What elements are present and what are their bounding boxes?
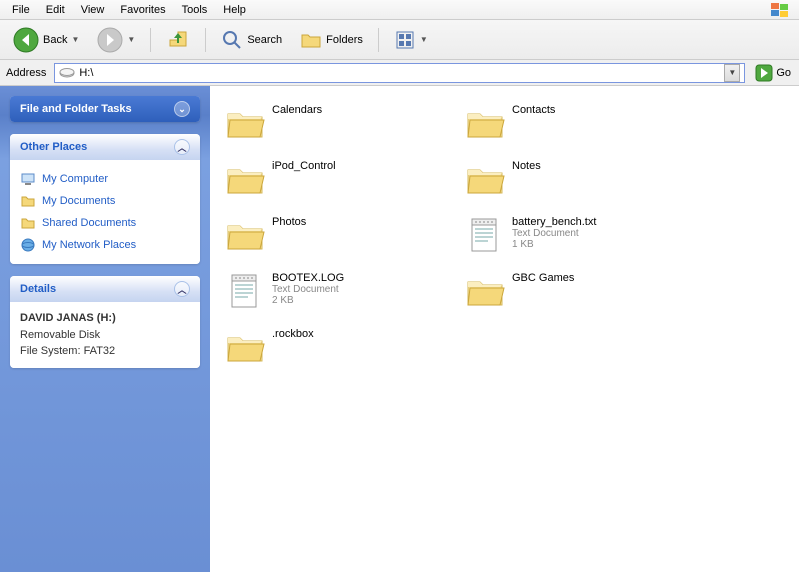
folder-icon [20,193,36,209]
collapse-icon: ⌄ [174,101,190,117]
go-label: Go [776,67,791,79]
details-drive-name: DAVID JANAS (H:) [20,310,190,327]
back-button[interactable]: Back ▼ [6,23,86,57]
details-drive-fs: File System: FAT32 [20,343,190,360]
item-name: Calendars [272,104,322,116]
item-name: .rockbox [272,328,314,340]
file-item[interactable]: battery_bench.txtText Document1 KB [460,210,680,264]
places-panel-header[interactable]: Other Places ︿ [10,134,200,160]
menu-view[interactable]: View [73,2,113,18]
item-name: Notes [512,160,541,172]
details-panel-header[interactable]: Details ︿ [10,276,200,302]
place-my-network-places[interactable]: My Network Places [20,234,190,256]
details-panel: Details ︿ DAVID JANAS (H:) Removable Dis… [10,276,200,368]
item-name: BOOTEX.LOG [272,272,344,284]
file-view[interactable]: Calendars Contacts iPod_Control Notes Photos… [210,86,799,572]
folder-icon [464,270,506,312]
tasks-panel-title: File and Folder Tasks [20,103,132,115]
forward-dropdown-icon[interactable]: ▼ [127,35,135,44]
back-dropdown-icon[interactable]: ▼ [71,35,79,44]
folder-icon [224,158,266,200]
network-icon [20,237,36,253]
folder-icon [224,102,266,144]
windows-flag-icon [765,2,795,18]
place-label: My Computer [42,173,108,185]
folder-item[interactable]: Notes [460,154,680,208]
menu-favorites[interactable]: Favorites [112,2,173,18]
address-value: H:\ [79,67,93,79]
item-type: Text Document [512,228,596,239]
menu-help[interactable]: Help [215,2,254,18]
folder-item[interactable]: Photos [220,210,440,264]
places-list: My Computer My Documents Shared Document… [20,168,190,256]
folder-item[interactable]: iPod_Control [220,154,440,208]
folder-item[interactable]: Contacts [460,98,680,152]
menu-tools[interactable]: Tools [174,2,216,18]
item-name: Contacts [512,104,555,116]
back-label: Back [43,34,67,46]
toolbar: Back ▼ ▼ Search Folders ▼ [0,20,799,60]
up-button[interactable] [159,24,197,56]
toolbar-separator [150,28,151,52]
place-shared-documents[interactable]: Shared Documents [20,212,190,234]
place-my-documents[interactable]: My Documents [20,190,190,212]
item-size: 2 KB [272,295,344,306]
collapse-icon: ︿ [174,139,190,155]
folder-icon [20,215,36,231]
toolbar-separator [205,28,206,52]
menu-edit[interactable]: Edit [38,2,73,18]
computer-icon [20,171,36,187]
views-dropdown-icon[interactable]: ▼ [420,35,428,44]
folder-icon [224,326,266,368]
place-label: Shared Documents [42,217,136,229]
folders-label: Folders [326,34,363,46]
places-panel-title: Other Places [20,141,87,153]
go-button[interactable]: Go [751,62,795,84]
place-label: My Documents [42,195,115,207]
menu-file[interactable]: File [4,2,38,18]
drive-icon [59,66,75,80]
text-file-icon [464,214,506,256]
address-dropdown-icon[interactable]: ▼ [724,64,740,82]
details-panel-title: Details [20,283,56,295]
place-label: My Network Places [42,239,136,251]
place-my-computer[interactable]: My Computer [20,168,190,190]
folder-icon [464,158,506,200]
search-button[interactable]: Search [214,25,289,55]
item-type: Text Document [272,284,344,295]
address-field[interactable]: H:\ ▼ [54,63,745,83]
content-area: File and Folder Tasks ⌄ Other Places ︿ M… [0,86,799,572]
item-name: iPod_Control [272,160,336,172]
item-name: battery_bench.txt [512,216,596,228]
folders-button[interactable]: Folders [293,25,370,55]
folder-item[interactable]: Calendars [220,98,440,152]
file-item[interactable]: BOOTEX.LOGText Document2 KB [220,266,440,320]
views-button[interactable]: ▼ [387,25,435,55]
folder-item[interactable]: .rockbox [220,322,440,376]
folder-item[interactable]: GBC Games [460,266,680,320]
item-name: Photos [272,216,306,228]
sidebar: File and Folder Tasks ⌄ Other Places ︿ M… [0,86,210,572]
item-name: GBC Games [512,272,574,284]
places-panel: Other Places ︿ My Computer My Documents [10,134,200,264]
menubar: File Edit View Favorites Tools Help [0,0,799,20]
address-bar: Address H:\ ▼ Go [0,60,799,86]
tasks-panel-header[interactable]: File and Folder Tasks ⌄ [10,96,200,122]
folder-icon [464,102,506,144]
text-file-icon [224,270,266,312]
item-size: 1 KB [512,239,596,250]
folder-icon [224,214,266,256]
address-label: Address [4,67,48,79]
search-label: Search [247,34,282,46]
details-drive-type: Removable Disk [20,327,190,344]
forward-button[interactable]: ▼ [90,23,142,57]
tasks-panel: File and Folder Tasks ⌄ [10,96,200,122]
collapse-icon: ︿ [174,281,190,297]
toolbar-separator [378,28,379,52]
